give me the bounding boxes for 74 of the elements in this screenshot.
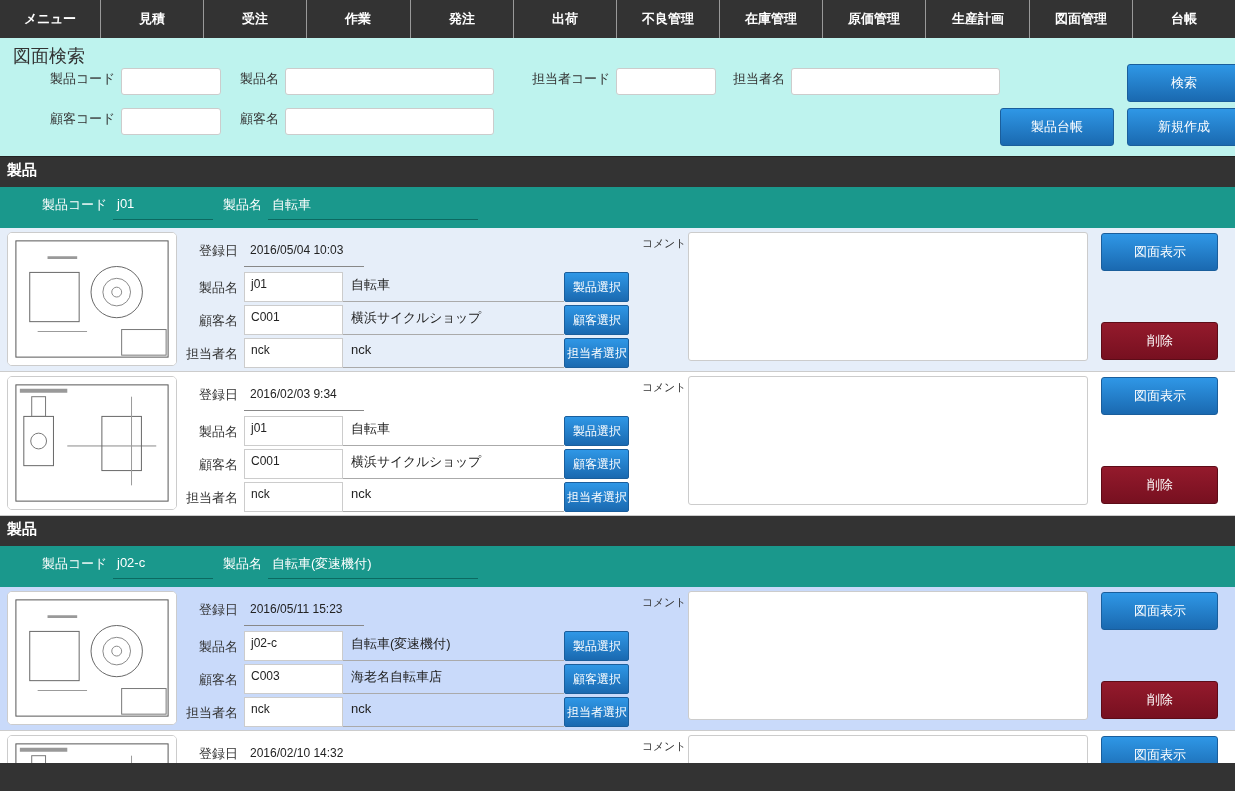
code-field[interactable]: j01: [244, 416, 343, 446]
search-panel-button[interactable]: 検索: [1127, 64, 1235, 102]
field-label: 製品コード: [42, 196, 108, 214]
field-label: 担当者名: [185, 489, 239, 507]
field-label: 登録日: [198, 745, 239, 763]
field-label: 顧客コード: [49, 110, 116, 128]
search-field[interactable]: [791, 68, 1000, 95]
select-button[interactable]: 顧客選択: [564, 664, 629, 694]
panel-title: 図面検索: [13, 45, 86, 68]
field-label: 顧客名: [198, 312, 239, 330]
field-label: 製品名: [198, 638, 239, 656]
comment-label: コメント: [642, 739, 687, 754]
search-field[interactable]: [616, 68, 716, 95]
comment-field[interactable]: [688, 591, 1088, 720]
date-value: 2016/05/04 10:03: [244, 235, 364, 267]
view-drawing-button[interactable]: 図面表示: [1101, 736, 1218, 763]
code-value: j01: [113, 194, 213, 220]
code-field[interactable]: nck: [244, 338, 343, 368]
search-panel-button[interactable]: 製品台帳: [1000, 108, 1114, 146]
field-label: 担当者名: [732, 70, 786, 88]
code-field[interactable]: nck: [244, 697, 343, 727]
code-field[interactable]: C001: [244, 449, 343, 479]
comment-label: コメント: [642, 236, 687, 251]
field-label: 製品名: [223, 555, 263, 573]
code-value: j02-c: [113, 553, 213, 579]
search-field[interactable]: [121, 108, 221, 135]
field-label: 顧客名: [239, 110, 280, 128]
delete-button[interactable]: 削除: [1101, 322, 1218, 360]
code-field[interactable]: C001: [244, 305, 343, 335]
code-field[interactable]: j02-c: [244, 631, 343, 661]
field-label: 製品名: [223, 196, 263, 214]
date-value: 2016/05/11 15:23: [244, 594, 364, 626]
code-field[interactable]: nck: [244, 482, 343, 512]
code-field[interactable]: C003: [244, 664, 343, 694]
delete-button[interactable]: 削除: [1101, 466, 1218, 504]
select-button[interactable]: 担当者選択: [564, 338, 629, 368]
comment-field[interactable]: [688, 232, 1088, 361]
view-drawing-button[interactable]: 図面表示: [1101, 592, 1218, 630]
field-label: 製品コード: [42, 555, 108, 573]
field-label: 製品名: [239, 70, 280, 88]
comment-label: コメント: [642, 595, 687, 610]
select-button[interactable]: 担当者選択: [564, 697, 629, 727]
view-drawing-button[interactable]: 図面表示: [1101, 233, 1218, 271]
search-field[interactable]: [121, 68, 221, 95]
section-title: 製品: [0, 157, 1235, 187]
date-value: 2016/02/03 9:34: [244, 379, 364, 411]
field-label: 登録日: [198, 242, 239, 260]
select-button[interactable]: 担当者選択: [564, 482, 629, 512]
field-label: 登録日: [198, 386, 239, 404]
select-button[interactable]: 製品選択: [564, 272, 629, 302]
select-button[interactable]: 顧客選択: [564, 305, 629, 335]
field-label: 担当者名: [185, 345, 239, 363]
comment-field[interactable]: [688, 376, 1088, 505]
name-value: 自転車: [268, 194, 478, 220]
comment-label: コメント: [642, 380, 687, 395]
search-field[interactable]: [285, 68, 494, 95]
select-button[interactable]: 製品選択: [564, 631, 629, 661]
field-label: 登録日: [198, 601, 239, 619]
name-value: 自転車(変速機付): [268, 553, 478, 579]
select-button[interactable]: 顧客選択: [564, 449, 629, 479]
search-panel-button[interactable]: 新規作成: [1127, 108, 1235, 146]
delete-button[interactable]: 削除: [1101, 681, 1218, 719]
section-title: 製品: [0, 516, 1235, 546]
view-drawing-button[interactable]: 図面表示: [1101, 377, 1218, 415]
field-label: 顧客名: [198, 671, 239, 689]
field-label: 製品コード: [49, 70, 116, 88]
field-label: 顧客名: [198, 456, 239, 474]
search-field[interactable]: [285, 108, 494, 135]
field-label: 製品名: [198, 279, 239, 297]
select-button[interactable]: 製品選択: [564, 416, 629, 446]
field-label: 担当者コード: [531, 70, 611, 88]
code-field[interactable]: j01: [244, 272, 343, 302]
field-label: 製品名: [198, 423, 239, 441]
field-label: 担当者名: [185, 704, 239, 722]
